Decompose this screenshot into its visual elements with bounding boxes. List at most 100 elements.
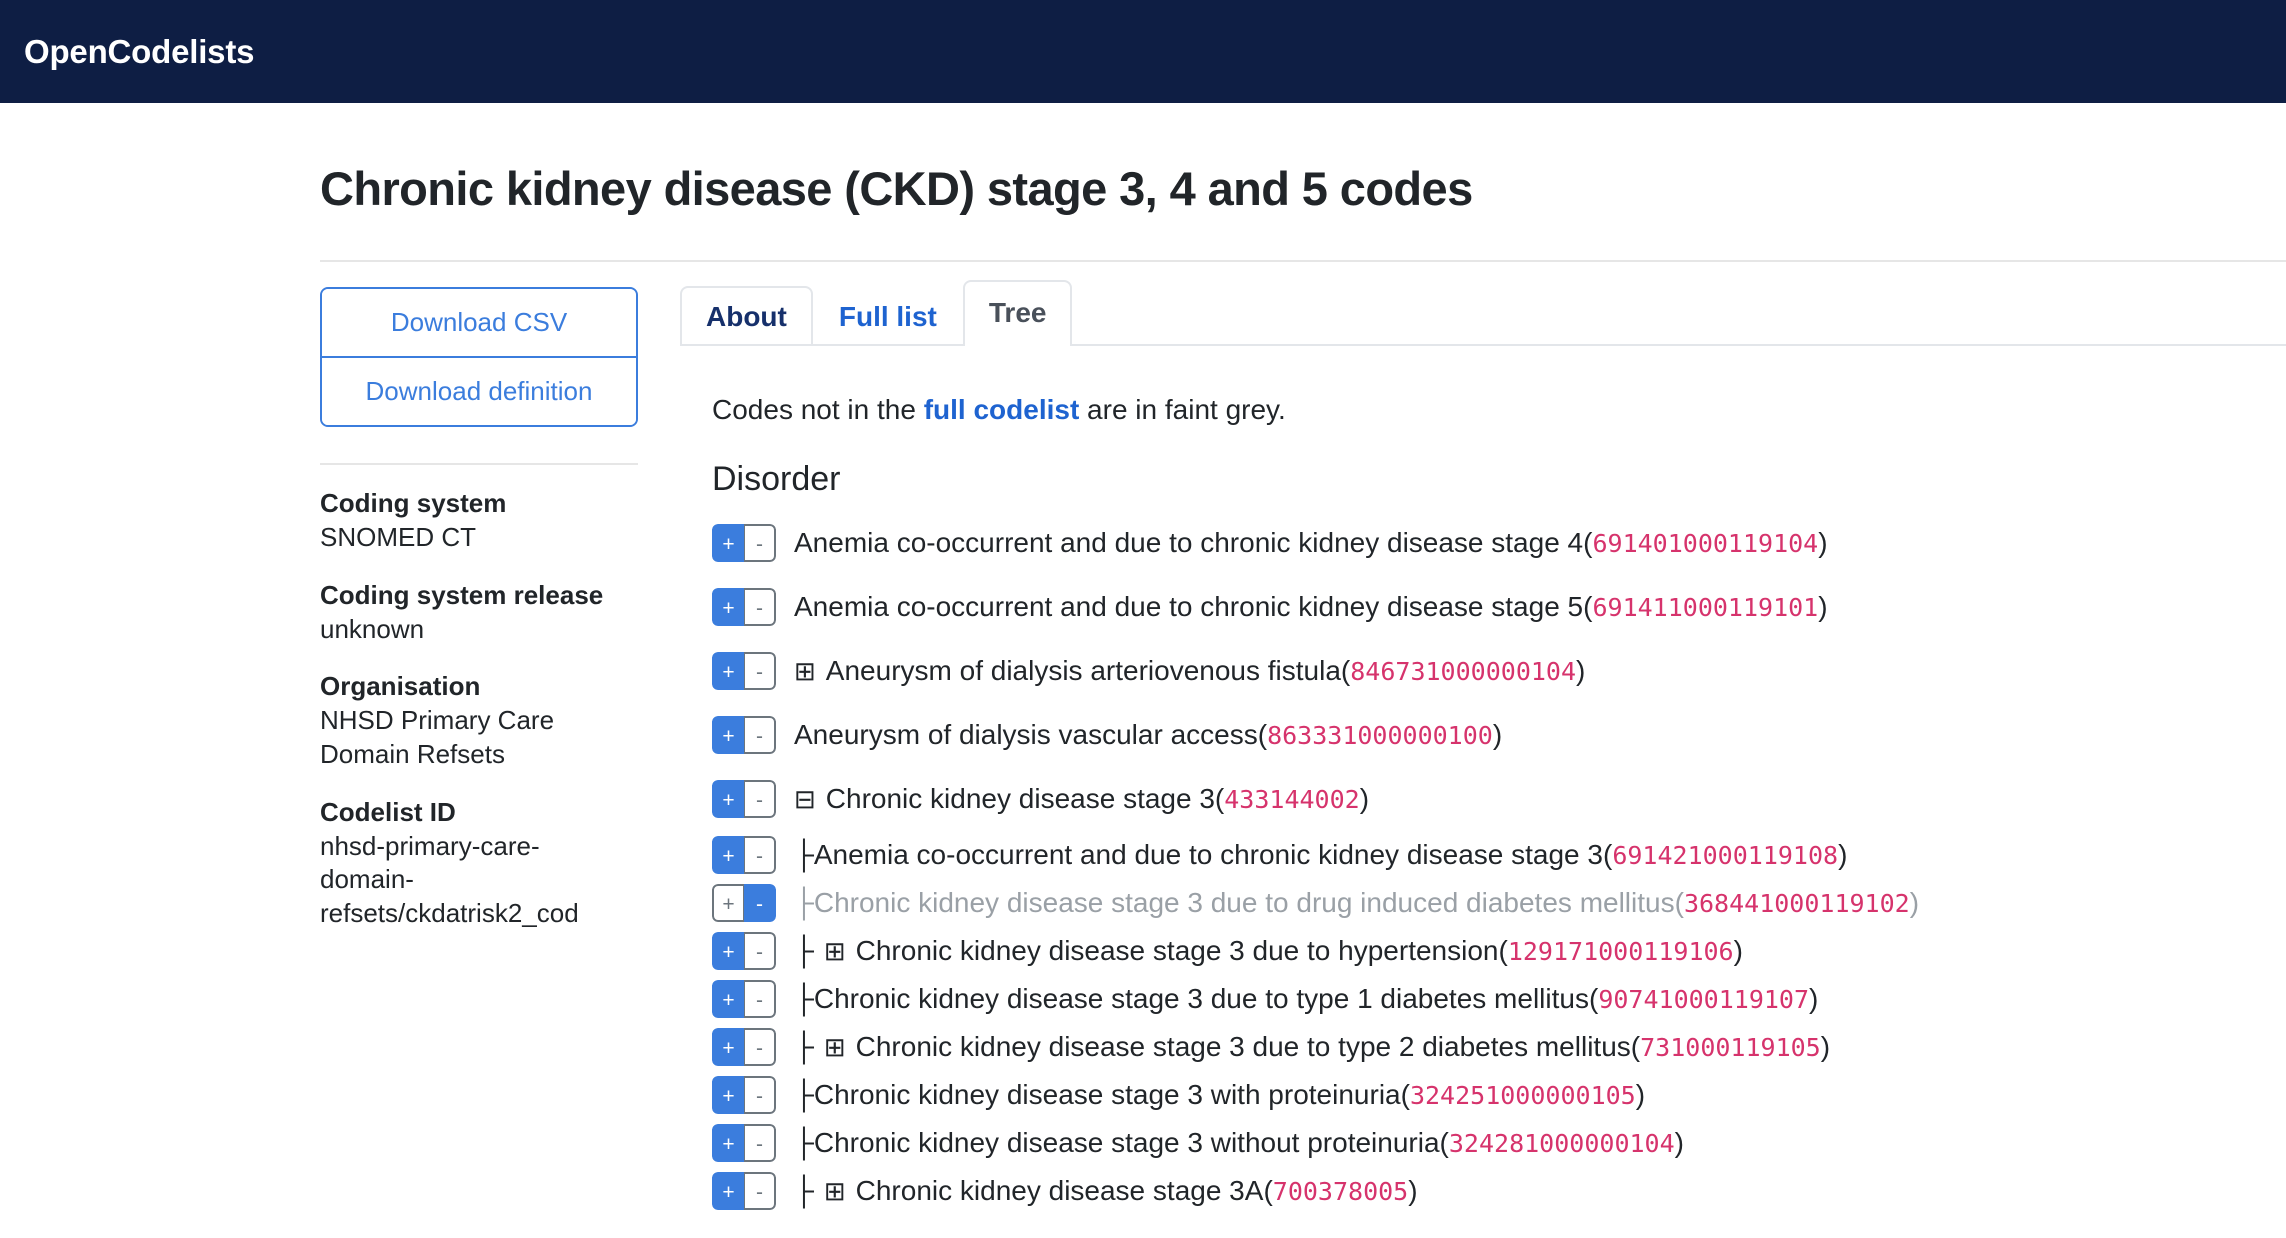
include-plus-button[interactable]: + xyxy=(712,716,744,754)
exclude-minus-button[interactable]: - xyxy=(744,980,776,1018)
note-text-after: are in faint grey. xyxy=(1079,394,1285,425)
snomed-code: 368441000119102 xyxy=(1684,889,1910,918)
meta-value-codelist-id: nhsd-primary-care-domain-refsets/ckdatri… xyxy=(320,830,620,931)
download-csv-button[interactable]: Download CSV xyxy=(322,289,636,356)
tree-toggle-group: +- xyxy=(712,980,776,1018)
tree-branch-icon: ├ xyxy=(794,887,814,919)
tree-item-label: Chronic kidney disease stage 3 due to ty… xyxy=(814,983,1589,1015)
tree-row: +-├Anemia co-occurrent and due to chroni… xyxy=(712,831,2286,879)
tree-item-label: Chronic kidney disease stage 3 due to ty… xyxy=(856,1031,1631,1063)
snomed-code: 90741000119107 xyxy=(1598,985,1809,1014)
meta-value-organisation: NHSD Primary Care Domain Refsets xyxy=(320,704,620,772)
full-codelist-link[interactable]: full codelist xyxy=(924,394,1080,425)
exclude-minus-button[interactable]: - xyxy=(744,780,776,818)
tree-row: +-Aneurysm of dialysis vascular access (… xyxy=(712,703,2286,767)
tree-row: +-├Chronic kidney disease stage 3 due to… xyxy=(712,879,2286,927)
expand-box-icon[interactable]: ⊞ xyxy=(824,936,846,967)
code-paren-close: ) xyxy=(1818,527,1827,559)
tree-toggle-group: +- xyxy=(712,1076,776,1114)
expand-box-icon[interactable]: ⊞ xyxy=(824,1032,846,1063)
tree-branch-icon: ├ xyxy=(794,839,814,871)
code-paren-close: ) xyxy=(1734,935,1743,967)
tree-row: +-├Chronic kidney disease stage 3 due to… xyxy=(712,975,2286,1023)
code-paren-close: ) xyxy=(1493,719,1502,751)
exclude-minus-button[interactable]: - xyxy=(744,1028,776,1066)
code-paren-open: ( xyxy=(1603,839,1612,871)
exclude-minus-button[interactable]: - xyxy=(744,932,776,970)
tree-row: +-Anemia co-occurrent and due to chronic… xyxy=(712,511,2286,575)
code-paren-close: ) xyxy=(1675,1127,1684,1159)
include-plus-button[interactable]: + xyxy=(712,524,744,562)
tree-item-label: Chronic kidney disease stage 3A xyxy=(856,1175,1264,1207)
snomed-code: 700378005 xyxy=(1273,1177,1408,1206)
expand-box-icon[interactable]: ⊞ xyxy=(794,656,816,687)
include-plus-button[interactable]: + xyxy=(712,1172,744,1210)
code-paren-open: ( xyxy=(1631,1031,1640,1063)
download-definition-button[interactable]: Download definition xyxy=(322,356,636,425)
code-paren-close: ) xyxy=(1910,887,1919,919)
include-plus-button[interactable]: + xyxy=(712,836,744,874)
include-plus-button[interactable]: + xyxy=(712,1124,744,1162)
include-plus-button[interactable]: + xyxy=(712,932,744,970)
tab-full-list[interactable]: Full list xyxy=(813,286,963,344)
page-title: Chronic kidney disease (CKD) stage 3, 4 … xyxy=(320,161,2286,216)
exclude-minus-button[interactable]: - xyxy=(744,1076,776,1114)
code-tree: +-Anemia co-occurrent and due to chronic… xyxy=(680,511,2286,1215)
meta-value-coding-system: SNOMED CT xyxy=(320,521,620,555)
tree-row: +-├⊞Chronic kidney disease stage 3A (700… xyxy=(712,1167,2286,1215)
exclude-minus-button[interactable]: - xyxy=(744,1124,776,1162)
include-plus-button[interactable]: + xyxy=(712,588,744,626)
tab-bar: About Full list Tree xyxy=(680,280,2286,346)
snomed-code: 324281000000104 xyxy=(1449,1129,1675,1158)
include-plus-button[interactable]: + xyxy=(712,1028,744,1066)
tab-tree[interactable]: Tree xyxy=(963,280,1073,346)
tab-about[interactable]: About xyxy=(680,286,813,344)
exclude-minus-button[interactable]: - xyxy=(744,1172,776,1210)
snomed-code: 731000119105 xyxy=(1640,1033,1821,1062)
tree-item-label: Aneurysm of dialysis arteriovenous fistu… xyxy=(826,655,1341,687)
meta-label-codelist-id: Codelist ID xyxy=(320,796,620,830)
code-paren-close: ) xyxy=(1360,783,1369,815)
brand-logo[interactable]: OpenCodelists xyxy=(24,33,254,71)
tree-item-label: Anemia co-occurrent and due to chronic k… xyxy=(794,527,1583,559)
exclude-minus-button[interactable]: - xyxy=(744,716,776,754)
tree-toggle-group: +- xyxy=(712,524,776,562)
meta-label-coding-system-release: Coding system release xyxy=(320,579,620,613)
tree-row: +-Anemia co-occurrent and due to chronic… xyxy=(712,575,2286,639)
code-paren-open: ( xyxy=(1215,783,1224,815)
download-button-group: Download CSV Download definition xyxy=(320,287,638,427)
note-text-before: Codes not in the xyxy=(712,394,924,425)
tree-toggle-group: +- xyxy=(712,884,776,922)
snomed-code: 846731000000104 xyxy=(1350,657,1576,686)
tree-branch-icon: ├ xyxy=(794,935,814,967)
tree-row: +-├Chronic kidney disease stage 3 with p… xyxy=(712,1071,2286,1119)
exclude-minus-button[interactable]: - xyxy=(744,836,776,874)
include-plus-button[interactable]: + xyxy=(712,780,744,818)
collapse-box-icon[interactable]: ⊟ xyxy=(794,784,816,815)
exclude-minus-button[interactable]: - xyxy=(744,588,776,626)
expand-box-icon[interactable]: ⊞ xyxy=(824,1176,846,1207)
exclude-minus-button[interactable]: - xyxy=(744,652,776,690)
tree-toggle-group: +- xyxy=(712,932,776,970)
main-panel: About Full list Tree Codes not in the fu… xyxy=(640,262,2286,1215)
metadata-list: Coding system SNOMED CT Coding system re… xyxy=(320,487,620,931)
tree-toggle-group: +- xyxy=(712,652,776,690)
include-plus-button[interactable]: + xyxy=(712,884,744,922)
tree-toggle-group: +- xyxy=(712,1124,776,1162)
exclude-minus-button[interactable]: - xyxy=(744,524,776,562)
tree-branch-icon: ├ xyxy=(794,1079,814,1111)
include-plus-button[interactable]: + xyxy=(712,1076,744,1114)
include-plus-button[interactable]: + xyxy=(712,980,744,1018)
tree-item-label: Anemia co-occurrent and due to chronic k… xyxy=(814,839,1603,871)
meta-value-coding-system-release: unknown xyxy=(320,613,620,647)
snomed-code: 324251000000105 xyxy=(1410,1081,1636,1110)
tree-toggle-group: +- xyxy=(712,1172,776,1210)
include-plus-button[interactable]: + xyxy=(712,652,744,690)
tree-row: +-├Chronic kidney disease stage 3 withou… xyxy=(712,1119,2286,1167)
tree-item-label: Chronic kidney disease stage 3 xyxy=(826,783,1215,815)
tree-row: +-├⊞Chronic kidney disease stage 3 due t… xyxy=(712,927,2286,975)
exclude-minus-button[interactable]: - xyxy=(744,884,776,922)
page-body: Chronic kidney disease (CKD) stage 3, 4 … xyxy=(0,161,2286,1215)
tree-row: +-├⊞Chronic kidney disease stage 3 due t… xyxy=(712,1023,2286,1071)
tree-item-label: Aneurysm of dialysis vascular access xyxy=(794,719,1258,751)
